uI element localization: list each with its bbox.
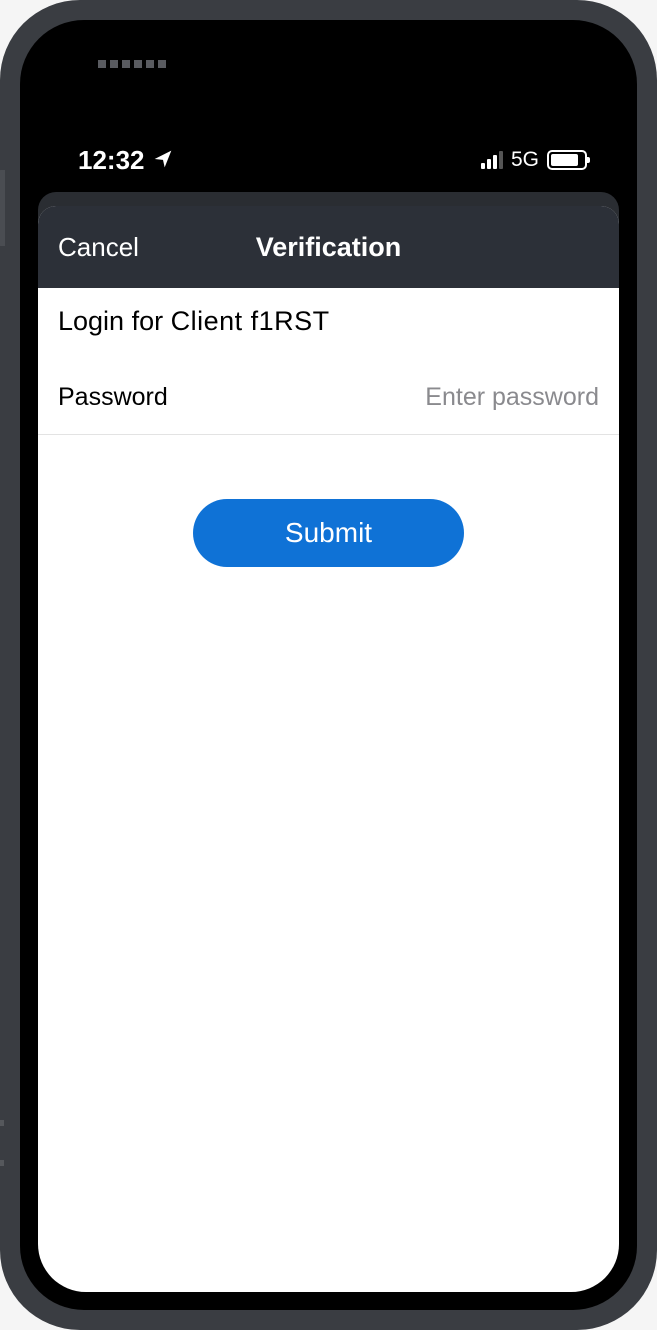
phone-chassis: 12:32 5G Cancel Verification (0, 0, 657, 1330)
battery-icon (547, 150, 587, 170)
submit-button[interactable]: Submit (193, 499, 464, 567)
subtitle-app-name: Client f1RST (171, 306, 330, 336)
side-marks (0, 1120, 4, 1166)
cancel-button[interactable]: Cancel (58, 232, 139, 263)
status-time: 12:32 (78, 145, 145, 176)
cellular-signal-icon (481, 151, 503, 169)
content-area: Login for Client f1RST Password Submit (38, 288, 619, 1292)
password-label: Password (58, 383, 168, 412)
password-row: Password (38, 365, 619, 435)
login-subtitle: Login for Client f1RST (38, 288, 619, 365)
modal-sheet: Cancel Verification Login for Client f1R… (38, 206, 619, 1292)
password-input[interactable] (301, 383, 599, 412)
status-bar: 12:32 5G (20, 140, 637, 180)
speaker-dots (98, 60, 166, 68)
nav-bar: Cancel Verification (38, 206, 619, 288)
phone-screen: 12:32 5G Cancel Verification (20, 20, 637, 1310)
side-button (0, 170, 5, 246)
subtitle-prefix: Login for (58, 306, 171, 336)
network-type: 5G (511, 148, 539, 172)
location-arrow-icon (153, 145, 173, 176)
